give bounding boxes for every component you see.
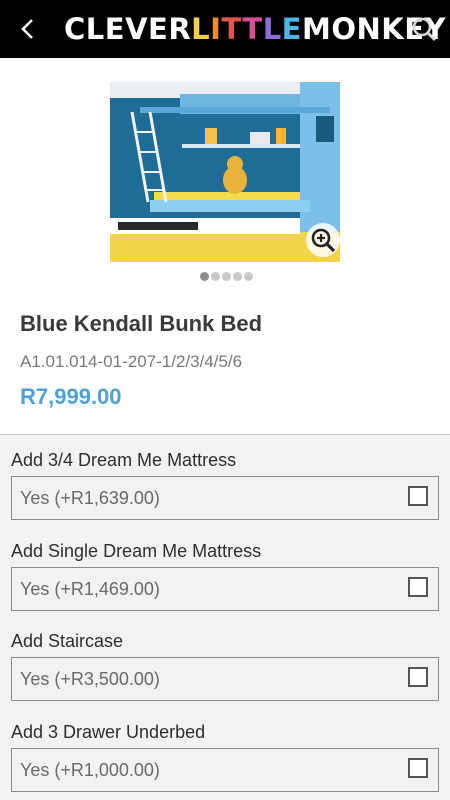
option-checkbox-field[interactable]: Yes (+R1,639.00) (11, 476, 439, 520)
carousel-dot[interactable] (200, 272, 209, 281)
logo-letter: T (242, 12, 263, 46)
product-sku: A1.01.014-01-207-1/2/3/4/5/6 (20, 352, 243, 371)
logo-little: LITTLE (191, 12, 302, 46)
carousel-indicator[interactable] (200, 272, 253, 282)
logo-letter: T (221, 12, 243, 46)
option-checkbox-field[interactable]: Yes (+R3,500.00) (11, 657, 439, 701)
product-card: Blue Kendall Bunk Bed A1.01.014-01-207-1… (0, 58, 450, 435)
zoom-button[interactable] (306, 223, 340, 257)
logo-letter: I (210, 12, 222, 46)
carousel-dot[interactable] (222, 272, 231, 281)
option-value: Yes (+R3,500.00) (20, 669, 160, 689)
option-label: Add 3/4 Dream Me Mattress (11, 450, 237, 470)
search-icon (412, 17, 437, 42)
option-checkbox-field[interactable]: Yes (+R1,469.00) (11, 567, 439, 611)
logo-clever: CLEVER (64, 12, 192, 46)
logo-letter: E (281, 12, 302, 46)
brand-logo[interactable]: CLEVERLITTLEMONKEY (64, 12, 446, 46)
option-value: Yes (+R1,000.00) (20, 760, 160, 780)
carousel-dot[interactable] (211, 272, 220, 281)
app-header: CLEVERLITTLEMONKEY (0, 0, 450, 58)
product-title: Blue Kendall Bunk Bed (20, 311, 263, 336)
back-button[interactable] (14, 15, 42, 43)
option-value: Yes (+R1,639.00) (20, 488, 160, 508)
option-checkbox-field[interactable]: Yes (+R1,000.00) (11, 748, 439, 792)
option-item: Add 3 Drawer Underbed Yes (+R1,000.00) (11, 720, 439, 792)
option-label: Add 3 Drawer Underbed (11, 722, 206, 742)
search-button[interactable] (410, 14, 438, 44)
checkbox[interactable] (408, 758, 428, 778)
option-value: Yes (+R1,469.00) (20, 579, 160, 599)
product-image[interactable] (110, 82, 340, 262)
option-item: Add Single Dream Me Mattress Yes (+R1,46… (11, 539, 439, 611)
checkbox[interactable] (408, 486, 428, 506)
option-label: Add Single Dream Me Mattress (11, 541, 262, 561)
checkbox[interactable] (408, 667, 428, 687)
product-price: R7,999.00 (20, 384, 122, 409)
carousel-dot[interactable] (244, 272, 253, 281)
option-label: Add Staircase (11, 631, 124, 651)
logo-letter: L (191, 12, 211, 46)
checkbox[interactable] (408, 577, 428, 597)
option-item: Add 3/4 Dream Me Mattress Yes (+R1,639.0… (11, 448, 439, 520)
option-item: Add Staircase Yes (+R3,500.00) (11, 629, 439, 701)
zoom-in-icon (311, 228, 336, 253)
carousel-dot[interactable] (233, 272, 242, 281)
logo-letter: L (262, 12, 282, 46)
chevron-left-icon (21, 19, 33, 39)
